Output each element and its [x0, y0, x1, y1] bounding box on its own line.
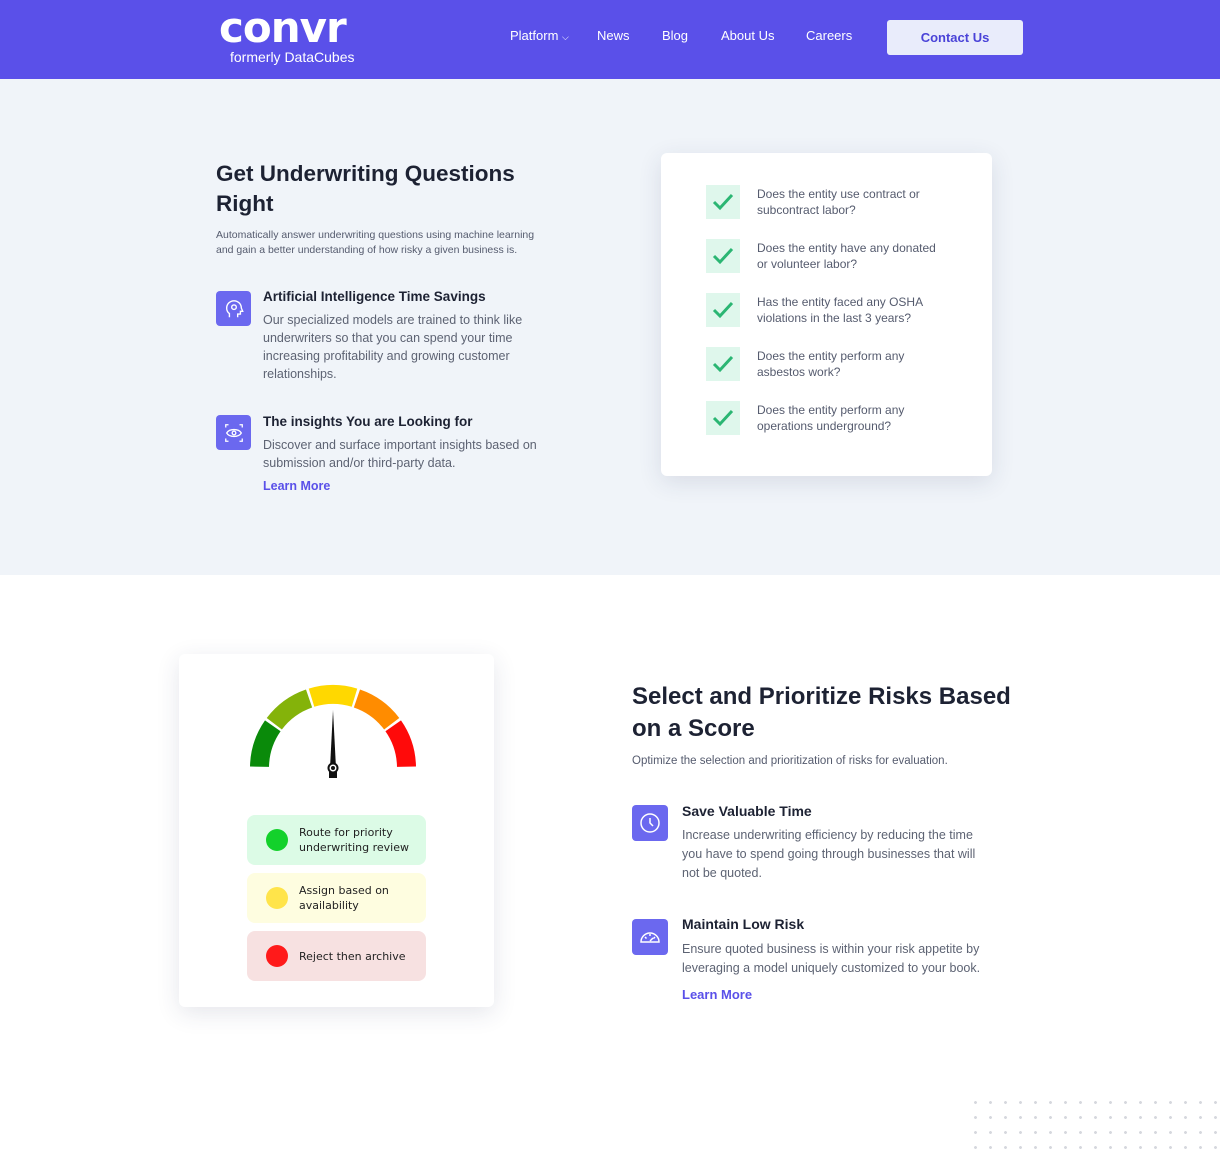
line: submission and/or third-party data. [263, 456, 456, 470]
line: availability [299, 899, 359, 912]
title-line: Right [216, 191, 274, 216]
gauge-pivot-center [331, 766, 335, 770]
feature-title: The insights You are Looking for [263, 414, 473, 429]
logo-subtitle: formerly DataCubes [230, 49, 355, 65]
check-icon [706, 347, 740, 381]
line: not be quoted. [682, 866, 762, 880]
feature-description: Our specialized models are trained to th… [263, 311, 522, 383]
check-icon [706, 401, 740, 435]
option-text: Route for priority underwriting review [299, 825, 409, 855]
question-text: Does the entity have any donated or volun… [757, 240, 957, 272]
head-gear-icon [216, 291, 251, 326]
line: Route for priority [299, 826, 393, 839]
status-dot [266, 829, 288, 851]
feature-description: Increase underwriting efficiency by redu… [682, 826, 975, 883]
feature-title: Save Valuable Time [682, 803, 812, 819]
line: violations in the last 3 years? [757, 311, 912, 325]
nav-blog[interactable]: Blog [662, 28, 688, 43]
desc-line: and gain a better understanding of how r… [216, 244, 518, 256]
section-title: Get Underwriting Questions Right [216, 159, 515, 219]
section-description: Automatically answer underwriting questi… [216, 228, 534, 258]
section-title: Select and Prioritize Risks Based on a S… [632, 681, 1011, 745]
line: underwriters so that you can spend your … [263, 331, 513, 345]
risk-gauge [250, 685, 416, 778]
gauge-segment [385, 720, 416, 767]
line: Discover and surface important insights … [263, 438, 537, 452]
line: leveraging a model uniquely customized t… [682, 961, 981, 975]
line: relationships. [263, 367, 337, 381]
title-line: on a Score [632, 715, 755, 742]
line: Does the entity perform any [757, 349, 905, 363]
eye-scan-icon [216, 415, 251, 450]
line: Increase underwriting efficiency by redu… [682, 828, 973, 842]
learn-more-link[interactable]: Learn More [682, 987, 752, 1002]
check-icon [706, 239, 740, 273]
logo-wordmark: convr [219, 3, 347, 52]
line: Has the entity faced any OSHA [757, 295, 924, 309]
score-option: Route for priority underwriting review [247, 815, 426, 865]
title-line: Select and Prioritize Risks Based [632, 683, 1011, 710]
nav-platform[interactable]: Platform ⌵ [510, 28, 569, 43]
line: Our specialized models are trained to th… [263, 313, 523, 327]
gauge-segment [308, 685, 358, 707]
line: Does the entity have any donated [757, 241, 936, 255]
feature-description: Ensure quoted business is within your ri… [682, 940, 980, 978]
option-text: Assign based on availability [299, 883, 389, 913]
line: Reject then archive [299, 949, 406, 963]
speedometer-icon [632, 919, 668, 955]
title-line: Get Underwriting Questions [216, 161, 515, 186]
contact-us-button[interactable]: Contact Us [887, 20, 1023, 55]
feature-title: Maintain Low Risk [682, 916, 805, 932]
check-icon [706, 293, 740, 327]
feature-title: Artificial Intelligence Time Savings [263, 289, 486, 304]
nav-label: Platform [510, 28, 559, 43]
question-item: Has the entity faced any OSHA violations … [706, 293, 957, 327]
chevron-down-icon: ⌵ [562, 32, 569, 42]
status-dot [266, 945, 288, 967]
nav-news[interactable]: News [597, 28, 630, 43]
question-item: Does the entity perform any operations un… [706, 401, 957, 435]
score-card: Route for priority underwriting review Ass… [179, 654, 494, 1007]
section-description: Optimize the selection and prioritizatio… [632, 755, 948, 767]
status-dot [266, 887, 288, 909]
check-icon [706, 185, 740, 219]
nav-about-us[interactable]: About Us [721, 28, 774, 43]
question-text: Has the entity faced any OSHA violations … [757, 294, 957, 326]
question-text: Does the entity perform any operations un… [757, 402, 957, 434]
line: Does the entity perform any [757, 403, 905, 417]
score-option: Assign based on availability [247, 873, 426, 923]
line: increasing profitability and growing cus… [263, 349, 510, 363]
line: Ensure quoted business is within your ri… [682, 942, 980, 956]
decorative-dot-grid [968, 1095, 1218, 1150]
line: you have to spend going through business… [682, 847, 976, 861]
gauge-segment [250, 720, 281, 767]
question-item: Does the entity perform any asbestos work… [706, 347, 957, 381]
logo[interactable]: convr formerly DataCubes [219, 3, 355, 66]
learn-more-link[interactable]: Learn More [263, 479, 330, 493]
line: operations underground? [757, 419, 892, 433]
question-text: Does the entity perform any asbestos work… [757, 348, 957, 380]
line: Does the entity use contract or [757, 187, 920, 201]
gauge-segment [353, 689, 400, 730]
line: or volunteer labor? [757, 257, 858, 271]
line: Assign based on [299, 884, 389, 897]
questions-card: Does the entity use contract or subcontra… [661, 153, 992, 476]
gauge-needle [330, 710, 336, 768]
clock-icon [632, 805, 668, 841]
line: underwriting review [299, 841, 409, 854]
underwriting-section: Get Underwriting Questions Right Automat… [0, 79, 1220, 575]
feature-description: Discover and surface important insights … [263, 436, 537, 472]
line: asbestos work? [757, 365, 841, 379]
site-header: convr formerly DataCubes Platform ⌵ News… [0, 0, 1220, 79]
question-item: Does the entity have any donated or volun… [706, 239, 957, 273]
question-text: Does the entity use contract or subcontra… [757, 186, 957, 218]
nav-careers[interactable]: Careers [806, 28, 852, 43]
score-option: Reject then archive [247, 931, 426, 981]
option-text: Reject then archive [299, 949, 406, 964]
question-item: Does the entity use contract or subcontra… [706, 185, 957, 219]
line: subcontract labor? [757, 203, 856, 217]
desc-line: Automatically answer underwriting questi… [216, 229, 535, 241]
gauge-segment [266, 689, 313, 730]
